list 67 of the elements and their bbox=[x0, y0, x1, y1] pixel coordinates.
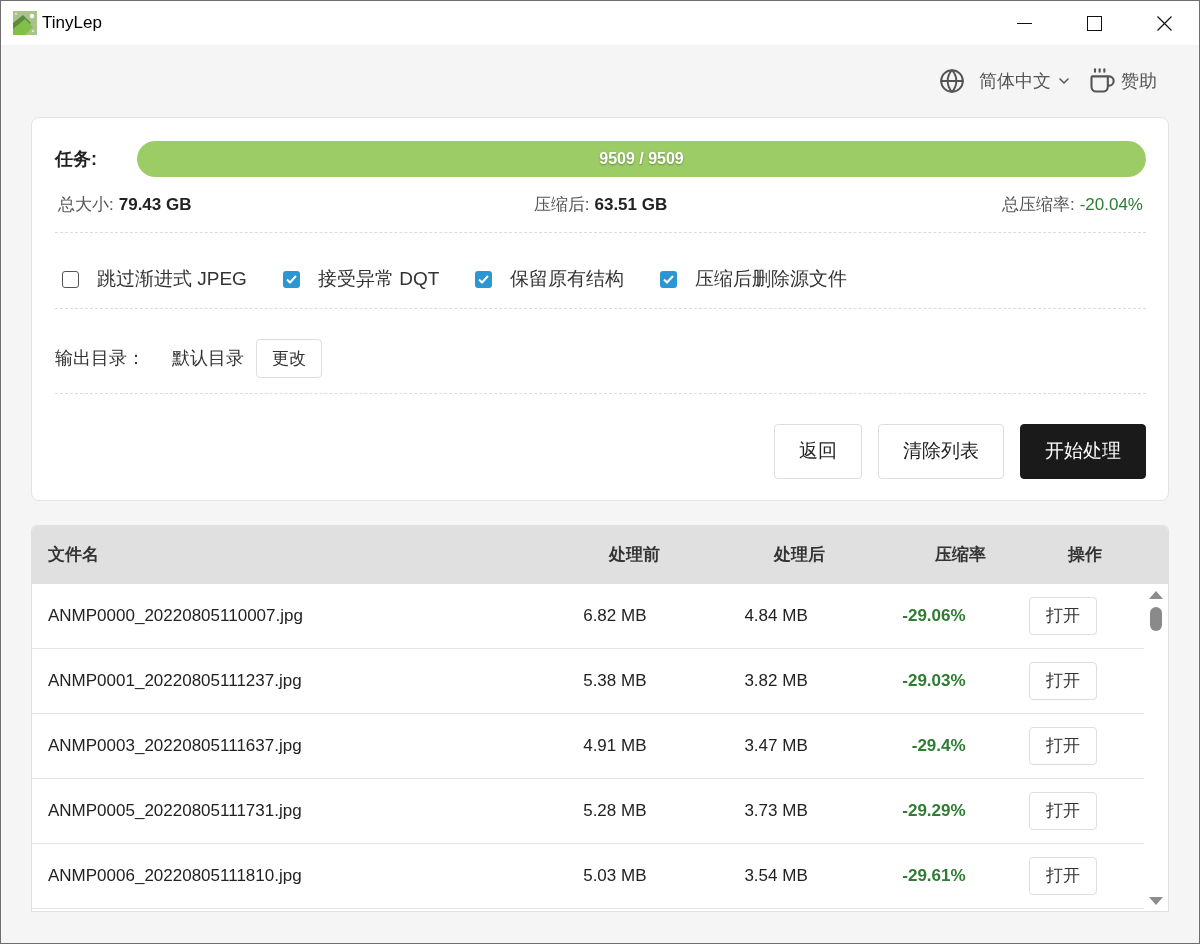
column-header: 处理后 bbox=[772, 544, 826, 567]
option-label[interactable]: 跳过渐进式 JPEG bbox=[97, 264, 247, 294]
file-name-cell-text: ANMP0001_20220805111237.jpg bbox=[47, 670, 303, 693]
output-label: 输出目录： bbox=[55, 347, 146, 370]
open-button[interactable]: 打开 bbox=[1028, 662, 1097, 700]
option-label[interactable]: 压缩后删除源文件 bbox=[695, 264, 848, 294]
size-before-cell-text: 5.38 MB bbox=[582, 670, 648, 693]
open-button[interactable]: 打开 bbox=[1028, 857, 1097, 895]
check-icon bbox=[663, 274, 675, 284]
minimize-icon bbox=[1016, 22, 1032, 24]
size-before-cell-text: 5.03 MB bbox=[582, 865, 648, 888]
file-name-cell-text: ANMP0005_20220805111731.jpg bbox=[47, 800, 303, 823]
maximize-icon bbox=[1086, 15, 1102, 31]
column-header: 文件名 bbox=[47, 544, 100, 567]
size-before-cell-text: 6.82 MB bbox=[582, 605, 648, 628]
task-label: 任务: bbox=[55, 147, 98, 171]
compression-rate-cell-text: -29.61% bbox=[901, 865, 967, 888]
file-name-cell-text: ANMP0003_20220805111637.jpg bbox=[47, 735, 303, 758]
language-selector[interactable]: 简体中文 bbox=[939, 67, 1072, 95]
sponsor-button[interactable]: 赞助 bbox=[1088, 67, 1157, 95]
column-header: 压缩率 bbox=[934, 544, 988, 567]
progress-text: 9509 / 9509 bbox=[599, 149, 684, 169]
size-after-cell-text: 3.73 MB bbox=[743, 800, 809, 823]
file-name-cell-text: ANMP0006_20220805111810.jpg bbox=[47, 865, 303, 888]
open-button[interactable]: 打开 bbox=[1028, 597, 1097, 635]
change-button[interactable]: 更改 bbox=[256, 339, 322, 378]
output-path: 默认目录 bbox=[172, 347, 244, 370]
open-button[interactable]: 打开 bbox=[1028, 792, 1097, 830]
stat-value: 63.51 GB bbox=[594, 194, 668, 217]
check-icon bbox=[478, 274, 490, 284]
checkbox[interactable] bbox=[282, 270, 300, 288]
action-button[interactable]: 返回 bbox=[774, 424, 862, 479]
close-icon bbox=[1156, 15, 1172, 31]
stat-value: -20.04% bbox=[1079, 194, 1143, 217]
size-after-cell-text: 3.54 MB bbox=[743, 865, 809, 888]
app-logo-icon bbox=[13, 11, 37, 35]
window-title: TinyLep bbox=[42, 12, 102, 35]
coffee-cup-icon bbox=[1088, 67, 1116, 95]
compression-rate-cell-text: -29.06% bbox=[901, 605, 967, 628]
size-after-cell-text: 3.82 MB bbox=[743, 670, 809, 693]
scrollbar-thumb[interactable] bbox=[1150, 607, 1162, 631]
stat-label: 总压缩率: bbox=[1001, 194, 1075, 217]
size-before-cell-text: 5.28 MB bbox=[582, 800, 648, 823]
option-label[interactable]: 接受异常 DQT bbox=[317, 264, 440, 294]
action-button[interactable]: 清除列表 bbox=[878, 424, 1004, 479]
compression-rate-cell-text: -29.03% bbox=[901, 670, 967, 693]
size-after-cell-text: 4.84 MB bbox=[743, 605, 809, 628]
check-icon bbox=[285, 274, 297, 284]
scroll-up-arrow-icon[interactable] bbox=[1149, 591, 1163, 599]
stat-label: 总大小: bbox=[58, 194, 114, 217]
file-name-cell-text: ANMP0000_20220805110007.jpg bbox=[47, 605, 304, 628]
checkbox[interactable] bbox=[475, 270, 493, 288]
stat-label: 压缩后: bbox=[533, 194, 590, 217]
compression-rate-cell-text: -29.29% bbox=[901, 800, 967, 823]
column-header: 操作 bbox=[1066, 544, 1104, 567]
globe-icon bbox=[939, 68, 965, 94]
checkbox[interactable] bbox=[660, 270, 678, 288]
option-label[interactable]: 保留原有结构 bbox=[510, 264, 625, 294]
stat-value: 79.43 GB bbox=[118, 194, 192, 217]
size-after-cell-text: 3.47 MB bbox=[743, 735, 809, 758]
compression-rate-cell-text: -29.4% bbox=[910, 735, 967, 758]
column-header: 处理前 bbox=[607, 544, 662, 567]
scroll-down-arrow-icon[interactable] bbox=[1149, 897, 1163, 905]
size-before-cell-text: 4.91 MB bbox=[582, 735, 648, 758]
action-button[interactable]: 开始处理 bbox=[1020, 424, 1146, 479]
open-button[interactable]: 打开 bbox=[1028, 727, 1097, 765]
checkbox[interactable] bbox=[62, 270, 79, 288]
